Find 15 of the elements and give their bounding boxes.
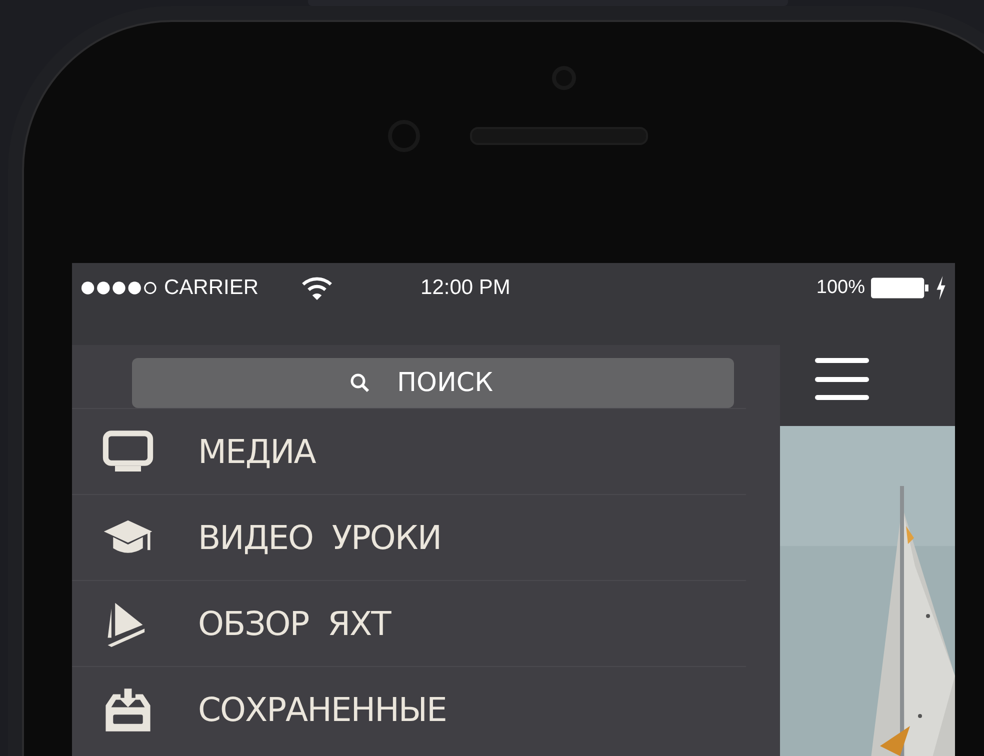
menu-item[interactable]: МЕДИА	[72, 408, 746, 494]
menu-item[interactable]: ВИДЕО УРОКИ	[72, 494, 746, 580]
menu-icon[interactable]	[815, 358, 869, 400]
carrier-name: CARRIER	[164, 276, 259, 300]
search-icon	[350, 373, 370, 393]
battery-percent: 100%	[816, 277, 865, 299]
monitor-icon	[102, 428, 154, 474]
menu-item[interactable]: СОХРАНЕННЫЕ	[72, 666, 746, 752]
search-field[interactable]: ПОИСК	[132, 358, 734, 408]
battery-icon	[871, 276, 931, 300]
status-time: 12:00 PM	[420, 276, 510, 300]
menu-item[interactable]: ОБЗОР ЯХТ	[72, 580, 746, 666]
charging-icon	[935, 275, 947, 301]
signal-icon	[80, 280, 158, 296]
wifi-icon	[300, 276, 333, 300]
